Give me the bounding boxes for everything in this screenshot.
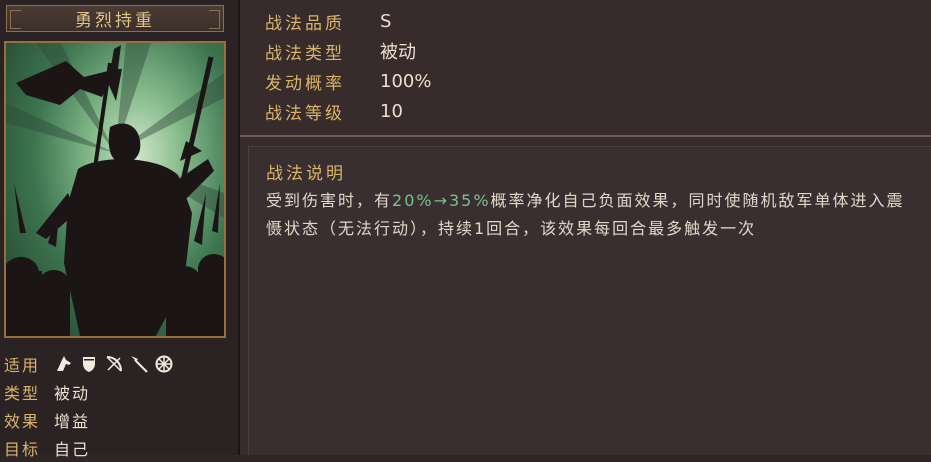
level-value: 10 <box>380 100 403 122</box>
cavalry-icon <box>54 355 73 374</box>
rate-label: 发动概率 <box>265 73 345 94</box>
kind-value: 被动 <box>380 42 416 63</box>
siege-wheel-icon <box>154 355 173 374</box>
kind-row: 战法类型 被动 <box>265 36 431 66</box>
skill-portrait <box>4 41 226 338</box>
description-part-1: 受到伤害时，有 <box>266 191 393 210</box>
general-silhouette-image <box>6 43 224 336</box>
quality-row: 战法品质 S <box>265 6 431 36</box>
skill-info-block: 战法品质 S 战法类型 被动 发动概率 100% 战法等级 10 <box>265 6 431 126</box>
bow-icon <box>104 355 123 374</box>
type-row: 类型 被动 <box>4 378 173 406</box>
level-row: 战法等级 10 <box>265 96 431 126</box>
target-value: 自己 <box>54 440 91 459</box>
skill-properties: 适用 类型 被动 效果 增益 目标 自己 <box>4 350 173 462</box>
type-value: 被动 <box>54 384 91 403</box>
target-label: 目标 <box>4 440 41 459</box>
horizontal-divider <box>240 135 931 137</box>
quality-label: 战法品质 <box>265 13 345 34</box>
skill-name-plate: 勇烈持重 <box>6 5 224 32</box>
shield-icon <box>79 355 98 374</box>
kind-label: 战法类型 <box>265 43 345 64</box>
type-label: 类型 <box>4 384 41 403</box>
applicable-row: 适用 <box>4 350 173 378</box>
effect-label: 效果 <box>4 412 41 431</box>
description-title: 战法说明 <box>266 164 346 184</box>
level-label: 战法等级 <box>265 103 345 124</box>
rate-row: 发动概率 100% <box>265 66 431 96</box>
troop-icon-list <box>54 355 173 374</box>
effect-value: 增益 <box>54 412 91 431</box>
skill-name: 勇烈持重 <box>75 11 155 31</box>
description-panel: 战法说明 受到伤害时，有20%→35%概率净化自己负面效果，同时使随机敌军单体进… <box>248 146 931 455</box>
target-row: 目标 自己 <box>4 434 173 462</box>
quality-value: S <box>380 10 392 32</box>
description-text: 受到伤害时，有20%→35%概率净化自己负面效果，同时使随机敌军单体进入震慑状态… <box>266 187 914 243</box>
rate-value: 100% <box>380 70 432 92</box>
spear-icon <box>129 355 148 374</box>
effect-row: 效果 增益 <box>4 406 173 434</box>
applicable-label: 适用 <box>4 356 41 375</box>
probability-highlight: 20%→35% <box>392 191 491 210</box>
